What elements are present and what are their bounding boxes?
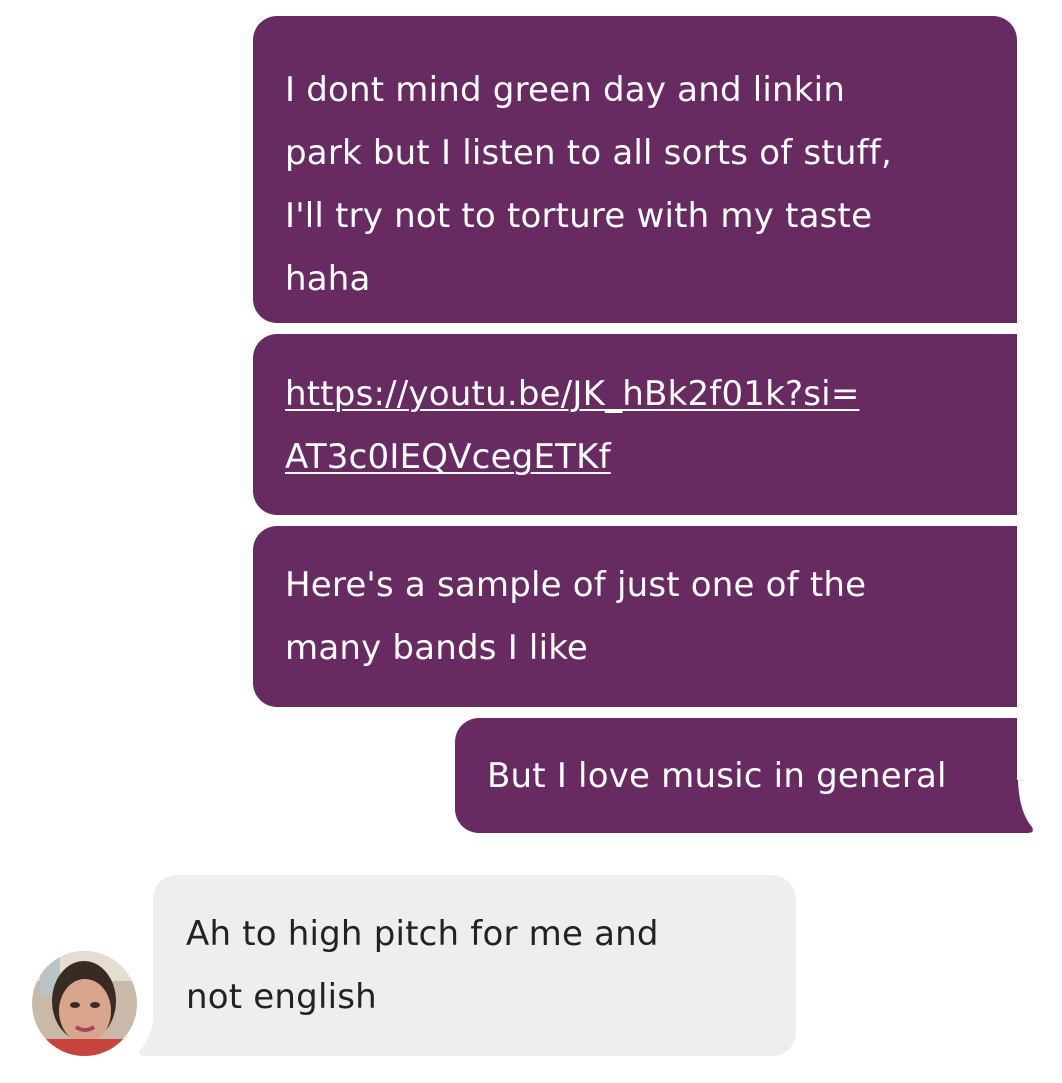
message-line: many bands I like xyxy=(285,628,589,668)
outgoing-message-bubble[interactable]: Here's a sample of just one of the many … xyxy=(253,526,1017,707)
message-line: I dont mind green day and linkin xyxy=(285,70,846,110)
outgoing-message-bubble[interactable]: But I love music in general xyxy=(455,718,1017,833)
message-line: I'll try not to torture with my taste xyxy=(285,196,873,236)
message-line: haha xyxy=(285,259,371,299)
message-line: not english xyxy=(186,977,377,1017)
message-line: park but I listen to all sorts of stuff, xyxy=(285,133,892,173)
outgoing-bubble-tail xyxy=(1016,780,1033,833)
outgoing-message-bubble[interactable]: I dont mind green day and linkin park bu… xyxy=(253,16,1017,323)
message-line: Here's a sample of just one of the xyxy=(285,565,867,605)
outgoing-link-message-bubble[interactable]: https://youtu.be/JK_hBk2f01k?si= AT3c0IE… xyxy=(253,334,1017,515)
incoming-message-bubble[interactable]: Ah to high pitch for me and not english xyxy=(153,875,796,1056)
chat-thread: I dont mind green day and linkin park bu… xyxy=(0,0,1062,1083)
message-link[interactable]: https://youtu.be/JK_hBk2f01k?si= xyxy=(285,374,860,414)
message-line: But I love music in general xyxy=(487,756,947,796)
avatar-photo xyxy=(32,951,137,1056)
message-line: Ah to high pitch for me and xyxy=(186,914,659,954)
user-avatar[interactable] xyxy=(32,951,137,1056)
message-link[interactable]: AT3c0IEQVcegETKf xyxy=(285,437,611,477)
